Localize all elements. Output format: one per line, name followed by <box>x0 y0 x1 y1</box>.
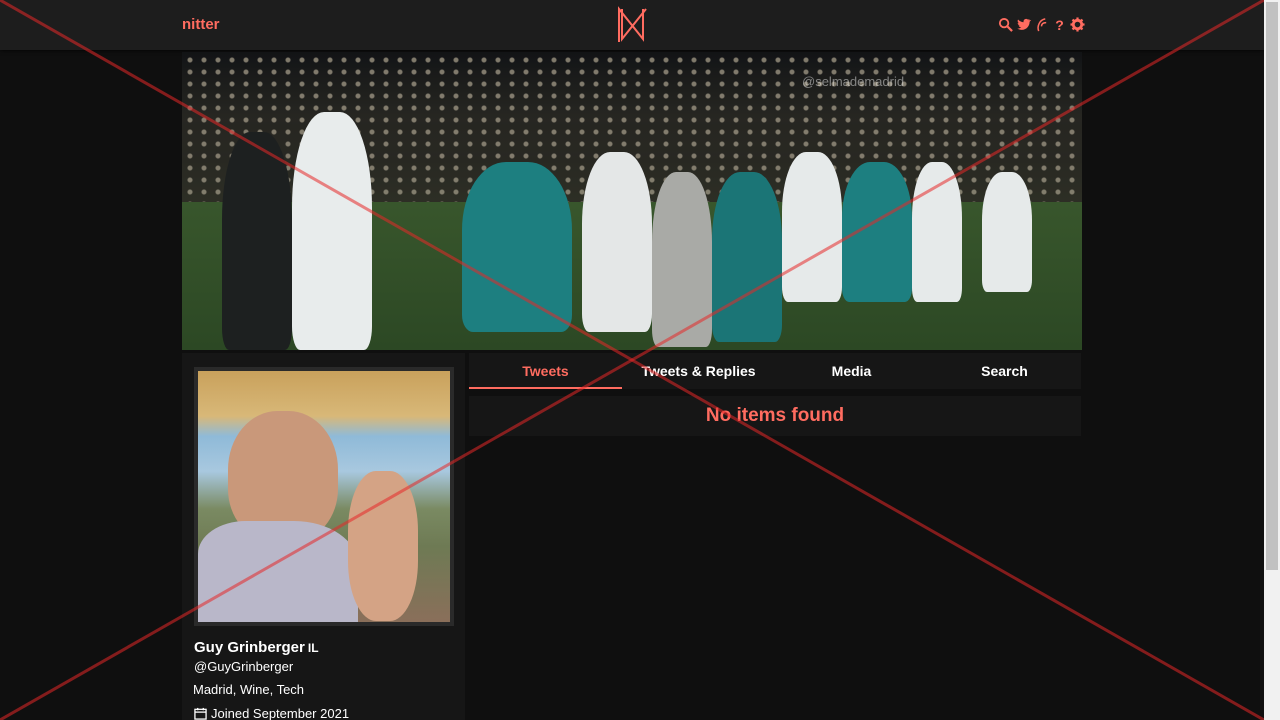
banner-player <box>912 162 962 302</box>
banner-player <box>982 172 1032 292</box>
avatar-hand <box>348 471 418 621</box>
tab-tweets[interactable]: Tweets <box>469 353 622 389</box>
banner-player <box>842 162 912 302</box>
help-icon[interactable]: ? <box>1052 16 1067 34</box>
tab-search[interactable]: Search <box>928 353 1081 389</box>
scrollbar-thumb[interactable] <box>1266 2 1278 570</box>
banner-player <box>652 172 712 347</box>
profile-banner[interactable]: @selmademadrid <box>182 52 1082 350</box>
navbar: nitter ? <box>0 0 1264 50</box>
banner-player <box>222 132 292 350</box>
profile-joined: Joined September 2021 <box>194 706 349 720</box>
profile-bio: Madrid, Wine, Tech <box>193 682 305 697</box>
profile-flag: IL <box>307 641 319 655</box>
bird-icon[interactable] <box>1016 16 1031 34</box>
avatar-shirt <box>198 521 358 622</box>
banner-player <box>462 162 572 332</box>
banner-player <box>582 152 652 332</box>
profile-name[interactable]: Guy Grinberger IL <box>194 639 319 656</box>
profile-tabs: Tweets Tweets & Replies Media Search <box>469 353 1081 389</box>
profile-joined-text: Joined September 2021 <box>211 706 350 720</box>
nav-icons: ? <box>998 16 1085 34</box>
tab-media[interactable]: Media <box>775 353 928 389</box>
profile-handle[interactable]: @GuyGrinberger <box>194 659 293 674</box>
nav-brand-link[interactable]: nitter <box>182 16 220 33</box>
nitter-logo[interactable] <box>615 6 649 44</box>
search-icon[interactable] <box>998 16 1013 34</box>
profile-avatar[interactable] <box>194 367 454 626</box>
timeline-empty-message: No items found <box>469 396 1081 436</box>
banner-player <box>712 172 782 342</box>
gear-icon[interactable] <box>1070 16 1085 34</box>
banner-player <box>292 112 372 350</box>
tab-tweets-replies[interactable]: Tweets & Replies <box>622 353 775 389</box>
rss-icon[interactable] <box>1034 16 1049 34</box>
banner-watermark: @selmademadrid <box>802 74 905 89</box>
profile-fullname: Guy Grinberger <box>194 639 305 656</box>
banner-player <box>782 152 842 302</box>
calendar-icon <box>194 707 207 720</box>
